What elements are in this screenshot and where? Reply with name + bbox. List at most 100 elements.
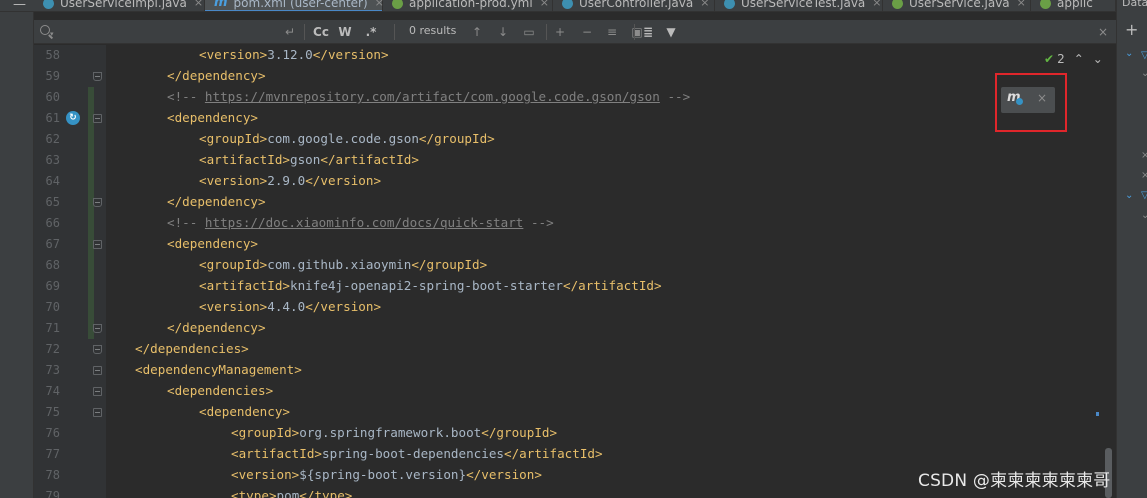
line-number[interactable]: 59	[34, 69, 60, 83]
code-text[interactable]: <groupId>org.springframework.boot</group…	[231, 425, 557, 440]
code-line[interactable]: 59 </dependency>	[34, 66, 1116, 87]
editor-tab[interactable]: UserController.java ×	[553, 0, 715, 11]
vcs-change-marker[interactable]	[88, 276, 94, 297]
editor-tab[interactable]: applic	[1031, 0, 1116, 11]
search-input[interactable]	[62, 22, 302, 42]
close-tab-icon[interactable]: ×	[194, 0, 203, 9]
code-text[interactable]: <dependencyManagement>	[135, 362, 302, 377]
vcs-change-marker[interactable]	[88, 150, 94, 171]
code-text[interactable]: <groupId>com.google.code.gson</groupId>	[199, 131, 495, 146]
line-number[interactable]: 73	[34, 363, 60, 377]
close-find-icon[interactable]: ×	[1096, 23, 1110, 41]
close-tab-icon[interactable]: ×	[1017, 0, 1026, 9]
vcs-change-marker[interactable]	[88, 87, 94, 108]
fold-toggle-icon[interactable]	[93, 198, 102, 207]
code-line[interactable]: 58 <version>3.12.0</version>	[34, 45, 1116, 66]
tree-arrow-icon[interactable]: ⌄	[1141, 210, 1147, 221]
fold-toggle-icon[interactable]	[93, 408, 102, 417]
code-line[interactable]: 64 <version>2.9.0</version>	[34, 171, 1116, 192]
line-number[interactable]: 61	[34, 111, 60, 125]
line-number[interactable]: 76	[34, 426, 60, 440]
code-text[interactable]: <version>${spring-boot.version}</version…	[231, 467, 542, 482]
code-text[interactable]: <dependency>	[167, 236, 258, 251]
line-number[interactable]: 64	[34, 174, 60, 188]
editor-tab[interactable]: m pom.xml (user-center) ×	[205, 0, 384, 11]
line-number[interactable]: 75	[34, 405, 60, 419]
code-line[interactable]: 77 <artifactId>spring-boot-dependencies</…	[34, 444, 1116, 465]
dependency-update-icon[interactable]: ↻	[66, 111, 80, 125]
fold-toggle-icon[interactable]	[93, 387, 102, 396]
add-selection-icon[interactable]: +	[552, 23, 568, 41]
chevron-up-icon[interactable]: ⌃	[1074, 52, 1084, 66]
line-number[interactable]: 70	[34, 300, 60, 314]
line-number[interactable]: 72	[34, 342, 60, 356]
regex-button[interactable]: .*	[364, 23, 378, 41]
code-text[interactable]: </dependency>	[167, 194, 266, 209]
fold-toggle-icon[interactable]	[93, 345, 102, 354]
line-number[interactable]: 77	[34, 447, 60, 461]
code-line[interactable]: 63 <artifactId>gson</artifactId>	[34, 150, 1116, 171]
words-button[interactable]: W	[338, 23, 352, 41]
line-number[interactable]: 69	[34, 279, 60, 293]
code-editor[interactable]: 58 <version>3.12.0</version> 59 </dependenc…	[34, 45, 1116, 498]
code-text[interactable]: <version>4.4.0</version>	[199, 299, 381, 314]
close-icon[interactable]: ×	[1141, 170, 1147, 181]
fold-toggle-icon[interactable]	[93, 72, 102, 81]
previous-occurrence-icon[interactable]: ↑	[470, 23, 484, 41]
code-line[interactable]: 75 <dependency>	[34, 402, 1116, 423]
fold-toggle-icon[interactable]	[93, 324, 102, 333]
code-line[interactable]: 67 <dependency>	[34, 234, 1116, 255]
next-occurrence-icon[interactable]: ↓	[496, 23, 510, 41]
tree-icon[interactable]: ▽	[1141, 190, 1147, 201]
fold-toggle-icon[interactable]	[93, 240, 102, 249]
line-number[interactable]: 78	[34, 468, 60, 482]
code-text[interactable]: <dependency>	[199, 404, 290, 419]
close-tab-icon[interactable]: ×	[540, 0, 549, 9]
vcs-change-marker[interactable]	[88, 171, 94, 192]
line-number[interactable]: 63	[34, 153, 60, 167]
menu-icon[interactable]: —	[13, 0, 26, 11]
code-text[interactable]: <artifactId>knife4j-openapi2-spring-boot…	[199, 278, 662, 293]
code-text[interactable]: <!-- https://mvnrepository.com/artifact/…	[167, 89, 690, 104]
comment-link[interactable]: https://mvnrepository.com/artifact/com.g…	[205, 89, 660, 104]
expand-icon[interactable]: ⌄	[1125, 48, 1133, 59]
code-line[interactable]: 62 <groupId>com.google.code.gson</groupId…	[34, 129, 1116, 150]
vcs-change-marker[interactable]	[88, 255, 94, 276]
editor-tab[interactable]: UserServiceImpl.java ×	[34, 0, 205, 11]
code-line[interactable]: 68 <groupId>com.github.xiaoymin</groupId>	[34, 255, 1116, 276]
find-all-icon[interactable]: ▭	[522, 23, 536, 41]
filter-icon[interactable]: ▼	[664, 23, 678, 41]
chevron-down-icon[interactable]: ⌄	[1093, 52, 1103, 66]
code-text[interactable]: <artifactId>gson</artifactId>	[199, 152, 419, 167]
line-number[interactable]: 65	[34, 195, 60, 209]
add-icon[interactable]: +	[1125, 20, 1138, 39]
match-case-button[interactable]: Cc	[312, 23, 330, 41]
code-line[interactable]: 73 <dependencyManagement>	[34, 360, 1116, 381]
line-number[interactable]: 68	[34, 258, 60, 272]
line-number[interactable]: 58	[34, 48, 60, 62]
line-number[interactable]: 67	[34, 237, 60, 251]
fold-toggle-icon[interactable]	[93, 366, 102, 375]
vcs-change-marker[interactable]	[88, 213, 94, 234]
code-text[interactable]: <!-- https://doc.xiaominfo.com/docs/quic…	[167, 215, 554, 230]
editor-tab[interactable]: application-prod.yml ×	[383, 0, 553, 11]
expand-icon[interactable]: ⌄	[1125, 190, 1133, 201]
line-number[interactable]: 74	[34, 384, 60, 398]
code-line[interactable]: 66 <!-- https://doc.xiaominfo.com/docs/qu…	[34, 213, 1116, 234]
code-line[interactable]: 69 <artifactId>knife4j-openapi2-spring-bo…	[34, 276, 1116, 297]
line-number[interactable]: 79	[34, 489, 60, 498]
vcs-change-marker[interactable]	[88, 297, 94, 318]
code-text[interactable]: <version>3.12.0</version>	[199, 47, 389, 62]
code-line[interactable]: 61 ↻ <dependency>	[34, 108, 1116, 129]
close-icon[interactable]: ×	[1141, 150, 1147, 161]
close-tab-icon[interactable]: ×	[872, 0, 881, 9]
editor-tab[interactable]: UserServiceTest.java ×	[715, 0, 883, 11]
line-number[interactable]: 66	[34, 216, 60, 230]
line-number[interactable]: 71	[34, 321, 60, 335]
search-history-chevron-icon[interactable]: ▾	[50, 30, 54, 38]
tree-icon[interactable]: ▽	[1141, 50, 1147, 61]
code-text[interactable]: <groupId>com.github.xiaoymin</groupId>	[199, 257, 487, 272]
code-line[interactable]: 70 <version>4.4.0</version>	[34, 297, 1116, 318]
code-text[interactable]: </dependency>	[167, 320, 266, 335]
code-line[interactable]: 74 <dependencies>	[34, 381, 1116, 402]
